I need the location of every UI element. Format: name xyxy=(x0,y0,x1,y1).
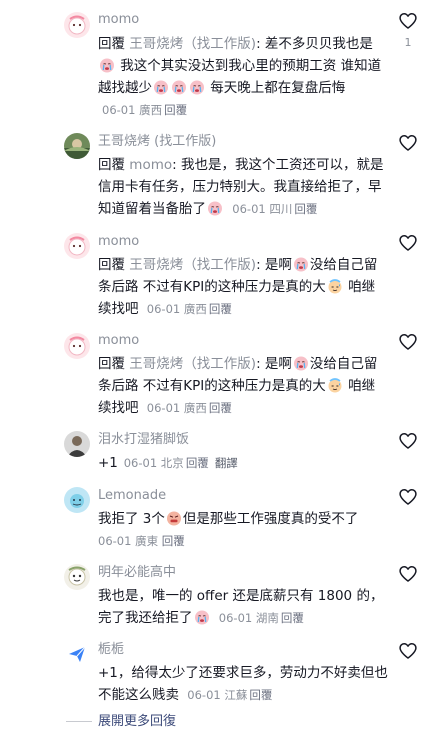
reply-target[interactable]: 王哥烧烤（找工作版) xyxy=(129,257,256,273)
comment-meta: 06-01 廣西 回覆 xyxy=(146,302,232,316)
heart-outline-icon[interactable] xyxy=(398,564,418,584)
username[interactable]: momo xyxy=(98,332,139,350)
crying-face-icon xyxy=(293,256,309,272)
username[interactable]: 明年必能高中 xyxy=(98,564,176,582)
heart-outline-icon[interactable] xyxy=(398,431,418,451)
avatar[interactable] xyxy=(64,564,90,590)
username[interactable]: 王哥烧烤 (找工作版) xyxy=(98,133,216,151)
reply-target[interactable]: 王哥烧烤（找工作版) xyxy=(129,356,256,372)
heart-outline-icon[interactable] xyxy=(398,641,418,661)
reply-button[interactable]: 回覆 xyxy=(249,688,272,702)
avatar[interactable] xyxy=(64,233,90,259)
comment-text: +1，给得太少了还要求巨多，劳动力不好卖但也不能这么贱卖 06-01 江蘇 回覆 xyxy=(98,665,388,703)
sweat-face-icon xyxy=(327,278,343,294)
crying-face-icon xyxy=(293,355,309,371)
crying-face-icon xyxy=(194,609,210,625)
reply-button[interactable]: 回覆 xyxy=(209,302,232,316)
heart-outline-icon[interactable] xyxy=(398,233,418,253)
reply-target[interactable]: momo xyxy=(129,157,172,173)
comment-meta: 06-01 江蘇 回覆 xyxy=(187,688,273,702)
crying-face-icon xyxy=(171,79,187,95)
angry-face-icon xyxy=(166,510,182,526)
username[interactable]: momo xyxy=(98,11,139,29)
reply-button[interactable]: 回覆 xyxy=(294,202,317,216)
avatar[interactable] xyxy=(64,12,90,38)
expand-more-replies-button[interactable]: 展開更多回復 xyxy=(98,713,176,731)
heart-outline-icon[interactable] xyxy=(398,11,418,31)
avatar[interactable] xyxy=(64,487,90,513)
translate-button[interactable]: 翻譯 xyxy=(215,456,238,470)
reply-button[interactable]: 回覆 xyxy=(162,534,185,548)
divider xyxy=(66,721,92,722)
comment-text: 回覆 王哥烧烤（找工作版): 是啊 没给自己留条后路 不过有KPI的这种压力是真的… xyxy=(98,256,378,317)
crying-face-icon xyxy=(99,57,115,73)
avatar[interactable] xyxy=(64,641,90,667)
reply-target[interactable]: 王哥烧烤（找工作版) xyxy=(129,36,256,52)
avatar[interactable] xyxy=(64,431,90,457)
comment-text: 我也是，唯一的 offer 还是底薪只有 1800 的，完了我还给拒了 06-0… xyxy=(98,588,384,626)
crying-face-icon xyxy=(153,79,169,95)
reply-button[interactable]: 回覆 xyxy=(186,456,209,470)
crying-face-icon xyxy=(189,79,205,95)
comment-text: 我拒了 3个 但是那些工作强度真的受不了 06-01 廣東 回覆 xyxy=(98,510,359,548)
comment-meta: 06-01 廣東 回覆 xyxy=(98,534,185,548)
like-count: 1 xyxy=(404,36,412,49)
reply-button[interactable]: 回覆 xyxy=(209,401,232,415)
heart-outline-icon[interactable] xyxy=(398,133,418,153)
heart-outline-icon[interactable] xyxy=(398,332,418,352)
comment-text: 回覆 王哥烧烤（找工作版): 是啊 没给自己留条后路 不过有KPI的这种压力是真的… xyxy=(98,355,378,416)
comment-meta: 06-01 湖南 回覆 xyxy=(218,611,304,625)
paper-plane-icon xyxy=(64,641,90,667)
reply-button[interactable]: 回覆 xyxy=(164,103,187,117)
comment-meta: 06-01 北京 回覆 翻譯 xyxy=(123,456,238,470)
comment-text: +1 06-01 北京 回覆 翻譯 xyxy=(98,455,238,471)
avatar[interactable] xyxy=(64,333,90,359)
crying-face-icon xyxy=(207,200,223,216)
reply-button[interactable]: 回覆 xyxy=(281,611,304,625)
comment-meta: 06-01 廣西 回覆 xyxy=(146,401,232,415)
comment-text: 回覆 王哥烧烤（找工作版): 差不多贝贝我也是 我这个其实没达到我心里的预期工资… xyxy=(98,36,382,117)
comment-meta: 06-01 廣西 回覆 xyxy=(102,103,188,117)
avatar[interactable] xyxy=(64,133,90,159)
username[interactable]: 栀栀 xyxy=(98,641,124,659)
comment-text: 回覆 momo: 我也是，我这个工资还可以，就是信用卡有任务，压力特别大。我直接… xyxy=(98,157,384,217)
heart-outline-icon[interactable] xyxy=(398,487,418,507)
username[interactable]: momo xyxy=(98,233,139,251)
username[interactable]: Lemonade xyxy=(98,487,166,505)
sweat-face-icon xyxy=(327,377,343,393)
comment-meta: 06-01 四川 回覆 xyxy=(232,202,318,216)
username[interactable]: 泪水打湿猪脚饭 xyxy=(98,431,189,449)
